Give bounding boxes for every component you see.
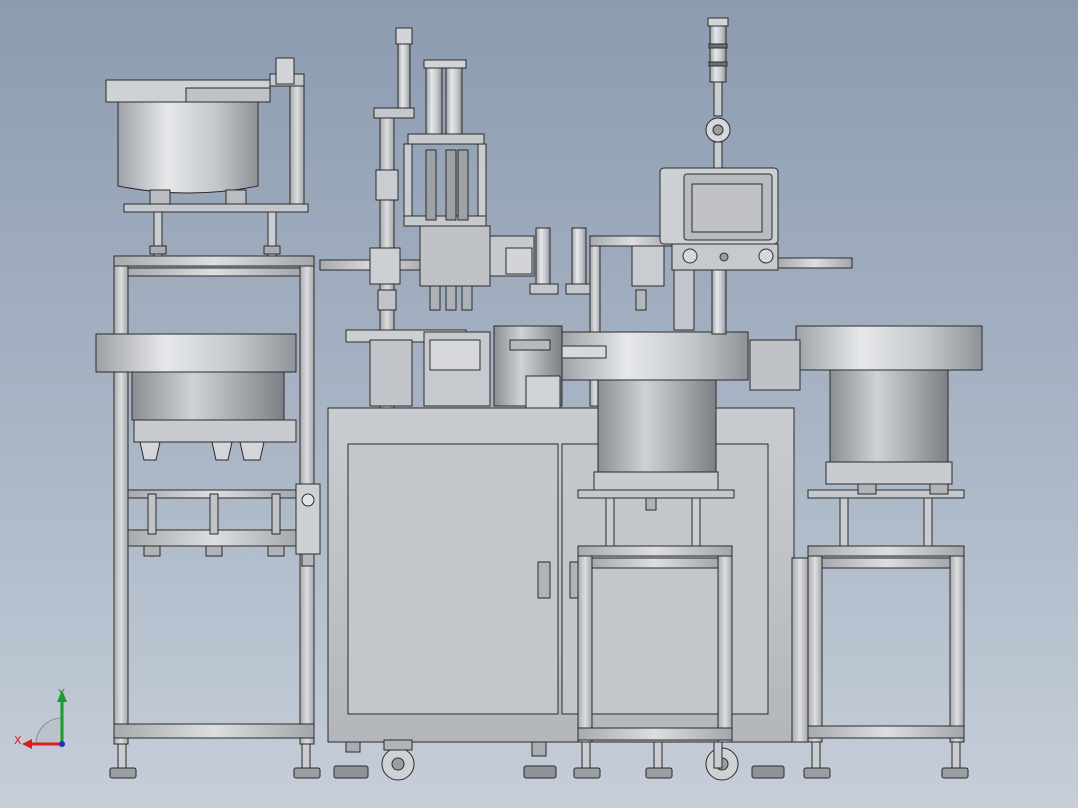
right-bowl-stand <box>791 545 969 779</box>
press-head-assembly <box>403 59 535 311</box>
triad-arc <box>35 717 63 745</box>
y-axis-label: Y <box>57 687 65 700</box>
cad-viewport[interactable]: Y X <box>0 0 1078 808</box>
view-orientation-triad[interactable]: Y X <box>14 687 67 749</box>
work-table-fixtures <box>345 325 563 409</box>
machine-assembly-drawing: Y X <box>14 17 983 781</box>
z-axis-dot <box>59 741 65 747</box>
x-axis-label: X <box>14 734 22 747</box>
x-axis-arrowhead <box>22 739 32 749</box>
air-regulator <box>295 483 321 567</box>
upper-left-feeder-bowl <box>105 57 309 257</box>
hmi-assembly <box>659 17 853 335</box>
